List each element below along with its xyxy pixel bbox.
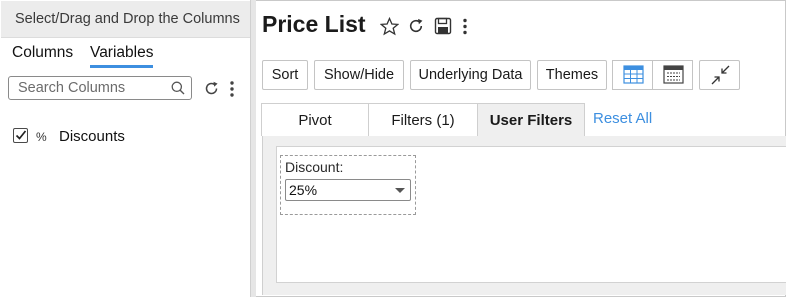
tab-user-filters[interactable]: User Filters — [477, 103, 585, 136]
tab-variables[interactable]: Variables — [90, 44, 154, 68]
star-icon[interactable] — [380, 17, 399, 36]
tab-pivot[interactable]: Pivot — [261, 103, 369, 136]
compact-table-icon — [663, 65, 684, 84]
more-vertical-icon[interactable] — [227, 79, 237, 99]
sort-button[interactable]: Sort — [262, 60, 308, 90]
selected-value: 25% — [289, 182, 318, 198]
search-icon[interactable] — [171, 81, 185, 95]
save-icon[interactable] — [434, 17, 452, 35]
page-title: Price List — [262, 11, 366, 37]
panel-header: Select/Drag and Drop the Columns — [1, 1, 250, 38]
filter-label: Discount: — [285, 159, 344, 175]
view-tabs: Pivot Filters (1) User Filters — [260, 103, 786, 136]
search-input[interactable]: Search Columns — [8, 76, 192, 100]
panel-resize-handle[interactable] — [250, 0, 256, 297]
user-filters-panel: Discount: 25% — [262, 136, 786, 295]
collapse-icon — [711, 65, 730, 85]
filter-area: Discount: 25% — [276, 146, 786, 283]
chevron-down-icon — [395, 188, 405, 193]
discount-select[interactable]: 25% — [285, 179, 411, 201]
columns-panel: Select/Drag and Drop the Columns Columns… — [0, 0, 250, 297]
search-placeholder: Search Columns — [18, 80, 126, 96]
show-hide-button[interactable]: Show/Hide — [314, 60, 404, 90]
collapse-button[interactable] — [699, 60, 740, 90]
reset-all-link[interactable]: Reset All — [593, 110, 652, 127]
compact-table-button[interactable] — [652, 60, 693, 90]
tab-columns[interactable]: Columns — [12, 44, 73, 62]
variable-checkbox[interactable] — [13, 128, 28, 143]
tab-filters[interactable]: Filters (1) — [368, 103, 478, 136]
variable-name[interactable]: Discounts — [59, 128, 125, 145]
underlying-data-button[interactable]: Underlying Data — [410, 60, 531, 90]
more-vertical-icon[interactable] — [460, 17, 470, 37]
themes-button[interactable]: Themes — [537, 60, 607, 90]
reload-icon[interactable] — [407, 17, 425, 35]
refresh-icon[interactable] — [203, 80, 220, 97]
discount-filter[interactable]: Discount: 25% — [280, 155, 416, 215]
checkmark-icon — [15, 130, 27, 140]
percent-type-icon: % — [36, 130, 47, 144]
table-layout-icon — [623, 65, 644, 84]
table-layout-button[interactable] — [612, 60, 653, 90]
